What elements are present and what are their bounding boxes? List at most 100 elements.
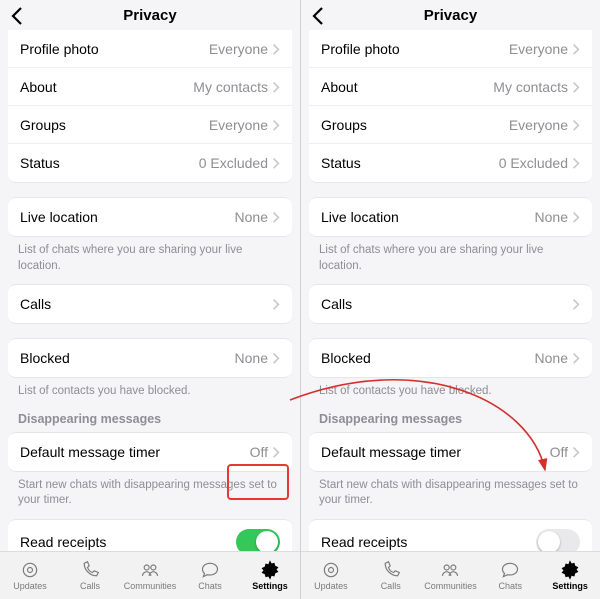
tab-updates[interactable]: Updates	[301, 552, 361, 599]
row-about[interactable]: About My contacts	[8, 68, 292, 106]
row-value: Everyone	[209, 117, 268, 133]
section-disappearing: Disappearing messages	[301, 410, 600, 432]
tab-chats[interactable]: Chats	[480, 552, 540, 599]
footnote-timer: Start new chats with disappearing messag…	[0, 472, 300, 519]
row-label: Profile photo	[20, 41, 99, 57]
chevron-right-icon	[272, 211, 280, 223]
row-groups[interactable]: Groups Everyone	[309, 106, 592, 144]
row-label: Blocked	[20, 350, 70, 366]
footnote-live-location: List of chats where you are sharing your…	[301, 237, 600, 284]
row-label: Groups	[20, 117, 66, 133]
back-button[interactable]	[307, 4, 331, 28]
chevron-left-icon	[6, 4, 30, 28]
tab-calls[interactable]: Calls	[60, 552, 120, 599]
tab-bar: Updates Calls Communities Chats Settings	[301, 551, 600, 599]
chevron-right-icon	[572, 119, 580, 131]
tab-calls[interactable]: Calls	[361, 552, 421, 599]
row-label: Live location	[321, 209, 399, 225]
nav-header: Privacy	[0, 0, 300, 30]
footnote-blocked: List of contacts you have blocked.	[301, 378, 600, 410]
chevron-left-icon	[307, 4, 331, 28]
row-groups[interactable]: Groups Everyone	[8, 106, 292, 144]
chevron-right-icon	[272, 119, 280, 131]
row-read-receipts: Read receipts	[8, 520, 292, 551]
row-label: Default message timer	[20, 444, 160, 460]
chevron-right-icon	[272, 157, 280, 169]
settings-icon	[559, 560, 581, 580]
section-disappearing: Disappearing messages	[0, 410, 300, 432]
read-receipts-toggle[interactable]	[536, 529, 580, 551]
row-calls[interactable]: Calls	[8, 285, 292, 323]
chevron-right-icon	[272, 446, 280, 458]
row-value: Everyone	[509, 117, 568, 133]
row-default-timer[interactable]: Default message timer Off	[309, 433, 592, 471]
chevron-right-icon	[272, 352, 280, 364]
pane-after: Privacy Profile photo Everyone About My …	[300, 0, 600, 599]
read-receipts-toggle[interactable]	[236, 529, 280, 551]
row-read-receipts: Read receipts	[309, 520, 592, 551]
page-title: Privacy	[123, 7, 176, 24]
updates-icon	[320, 560, 342, 580]
chevron-right-icon	[272, 43, 280, 55]
tab-communities[interactable]: Communities	[120, 552, 180, 599]
settings-icon	[259, 560, 281, 580]
tab-updates[interactable]: Updates	[0, 552, 60, 599]
row-calls[interactable]: Calls	[309, 285, 592, 323]
row-value: Everyone	[209, 41, 268, 57]
tab-settings[interactable]: Settings	[540, 552, 600, 599]
tab-bar: Updates Calls Communities Chats Settings	[0, 551, 300, 599]
row-status[interactable]: Status 0 Excluded	[8, 144, 292, 182]
row-label: About	[321, 79, 358, 95]
row-label: Read receipts	[20, 534, 106, 550]
page-title: Privacy	[424, 7, 477, 24]
tab-chats[interactable]: Chats	[180, 552, 240, 599]
chevron-right-icon	[572, 157, 580, 169]
row-value: None	[235, 350, 268, 366]
chats-icon	[499, 560, 521, 580]
chevron-right-icon	[572, 211, 580, 223]
row-label: Default message timer	[321, 444, 461, 460]
row-value: My contacts	[193, 79, 268, 95]
row-label: Calls	[321, 296, 352, 312]
row-blocked[interactable]: Blocked None	[8, 339, 292, 377]
chats-icon	[199, 560, 221, 580]
updates-icon	[19, 560, 41, 580]
tab-communities[interactable]: Communities	[421, 552, 481, 599]
row-value: 0 Excluded	[199, 155, 268, 171]
footnote-live-location: List of chats where you are sharing your…	[0, 237, 300, 284]
row-label: Live location	[20, 209, 98, 225]
row-live-location[interactable]: Live location None	[309, 198, 592, 236]
row-value: None	[535, 350, 568, 366]
footnote-blocked: List of contacts you have blocked.	[0, 378, 300, 410]
pane-before: Privacy Profile photo Everyone About My …	[0, 0, 300, 599]
chevron-right-icon	[272, 298, 280, 310]
row-value: None	[235, 209, 268, 225]
communities-icon	[139, 560, 161, 580]
row-label: About	[20, 79, 57, 95]
chevron-right-icon	[572, 352, 580, 364]
row-label: Read receipts	[321, 534, 407, 550]
row-blocked[interactable]: Blocked None	[309, 339, 592, 377]
tab-settings[interactable]: Settings	[240, 552, 300, 599]
footnote-timer: Start new chats with disappearing messag…	[301, 472, 600, 519]
chevron-right-icon	[572, 81, 580, 93]
row-label: Status	[321, 155, 361, 171]
row-status[interactable]: Status 0 Excluded	[309, 144, 592, 182]
row-live-location[interactable]: Live location None	[8, 198, 292, 236]
row-label: Blocked	[321, 350, 371, 366]
row-value: Off	[250, 444, 268, 460]
chevron-right-icon	[572, 298, 580, 310]
row-about[interactable]: About My contacts	[309, 68, 592, 106]
row-value: Everyone	[509, 41, 568, 57]
calls-icon	[79, 560, 101, 580]
nav-header: Privacy	[301, 0, 600, 30]
chevron-right-icon	[572, 446, 580, 458]
back-button[interactable]	[6, 4, 30, 28]
chevron-right-icon	[272, 81, 280, 93]
row-value: My contacts	[493, 79, 568, 95]
row-profile-photo[interactable]: Profile photo Everyone	[8, 30, 292, 68]
row-value: Off	[550, 444, 568, 460]
row-value: None	[535, 209, 568, 225]
row-profile-photo[interactable]: Profile photo Everyone	[309, 30, 592, 68]
row-default-timer[interactable]: Default message timer Off	[8, 433, 292, 471]
